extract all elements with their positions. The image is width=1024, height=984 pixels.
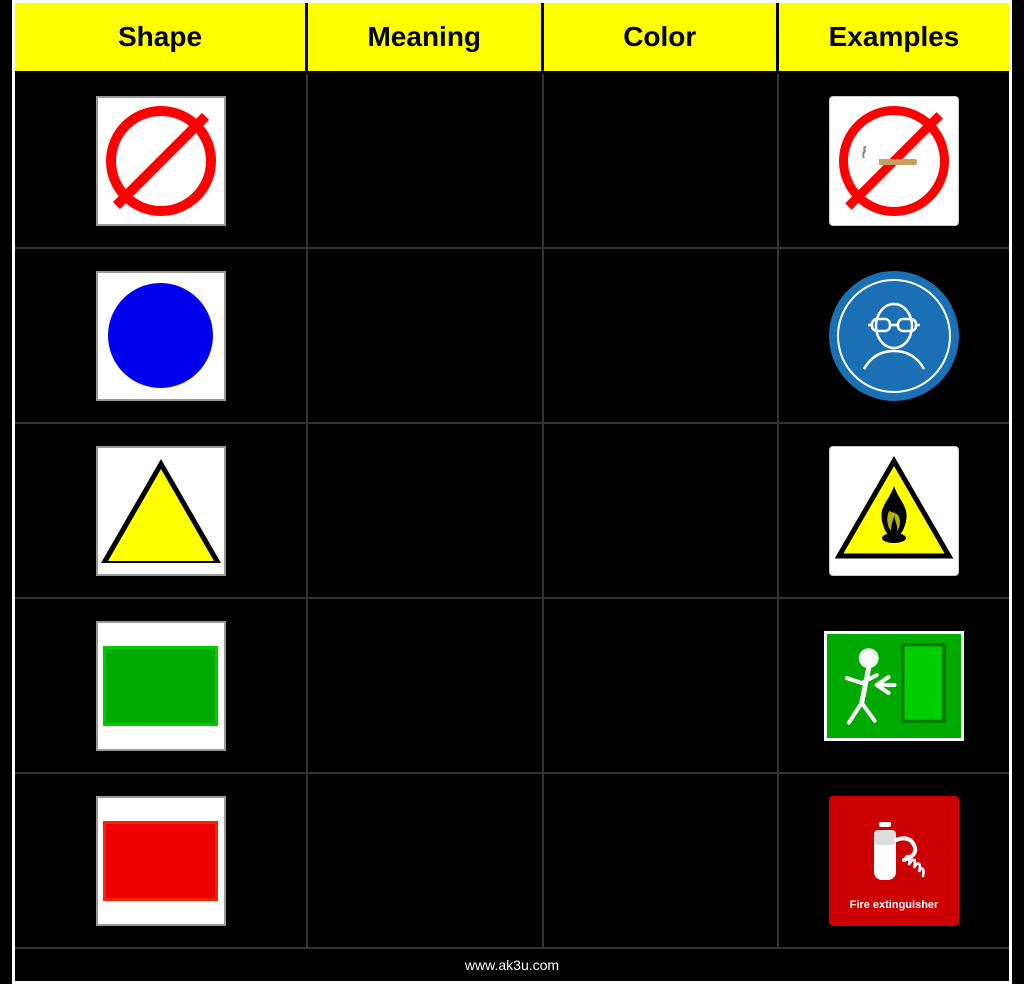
emergency-exit-sign bbox=[824, 631, 964, 741]
red-rectangle-shape bbox=[103, 821, 218, 901]
table-row bbox=[15, 424, 1009, 599]
triangle-shape-icon bbox=[96, 446, 226, 576]
table-row bbox=[15, 249, 1009, 424]
meaning-cell-4 bbox=[308, 599, 544, 772]
fire-extinguisher-label: Fire extinguisher bbox=[850, 899, 939, 911]
example-cell-firefighting: Fire extinguisher bbox=[779, 774, 1009, 947]
triangle-shape bbox=[101, 459, 221, 563]
no-smoking-sign bbox=[829, 96, 959, 226]
fire-extinguisher-sign: Fire extinguisher bbox=[829, 796, 959, 926]
blue-circle-shape-icon bbox=[96, 271, 226, 401]
header-meaning: Meaning bbox=[308, 3, 544, 71]
shape-cell-warning bbox=[15, 424, 308, 597]
meaning-cell-5 bbox=[308, 774, 544, 947]
flammable-icon bbox=[834, 456, 954, 566]
color-cell-5 bbox=[544, 774, 780, 947]
cigarette-icon bbox=[859, 146, 929, 176]
safety-signs-table: Shape Meaning Color Examples bbox=[12, 0, 1012, 984]
example-cell-warning bbox=[779, 424, 1009, 597]
shape-cell-safe bbox=[15, 599, 308, 772]
header-examples: Examples bbox=[779, 3, 1009, 71]
no-symbol-shape bbox=[106, 106, 216, 216]
example-cell-mandatory bbox=[779, 249, 1009, 422]
no-smoking-circle bbox=[839, 106, 949, 216]
table-row: Fire extinguisher bbox=[15, 774, 1009, 949]
meaning-cell-1 bbox=[308, 74, 544, 247]
shape-cell-mandatory bbox=[15, 249, 308, 422]
shape-cell-prohibition bbox=[15, 74, 308, 247]
prohibition-shape-icon bbox=[96, 96, 226, 226]
table-row bbox=[15, 599, 1009, 774]
blue-circle-shape bbox=[108, 283, 213, 388]
exit-icon bbox=[827, 633, 961, 738]
fire-extinguisher-icon bbox=[849, 810, 939, 895]
red-rect-shape-icon bbox=[96, 796, 226, 926]
header-shape: Shape bbox=[15, 3, 308, 71]
header-color: Color bbox=[544, 3, 780, 71]
example-cell-prohibition bbox=[779, 74, 1009, 247]
color-cell-3 bbox=[544, 424, 780, 597]
watermark: www.ak3u.com bbox=[15, 949, 1009, 981]
safety-glasses-sign bbox=[829, 271, 959, 401]
meaning-cell-3 bbox=[308, 424, 544, 597]
shape-cell-firefighting bbox=[15, 774, 308, 947]
green-rectangle-shape bbox=[103, 646, 218, 726]
table-row bbox=[15, 74, 1009, 249]
meaning-cell-2 bbox=[308, 249, 544, 422]
glasses-inner bbox=[839, 281, 949, 391]
flammable-sign bbox=[829, 446, 959, 576]
glasses-icon bbox=[854, 301, 934, 371]
table-header: Shape Meaning Color Examples bbox=[15, 3, 1009, 74]
color-cell-2 bbox=[544, 249, 780, 422]
green-rect-shape-icon bbox=[96, 621, 226, 751]
triangle-inner bbox=[108, 469, 214, 561]
color-cell-1 bbox=[544, 74, 780, 247]
example-cell-safe bbox=[779, 599, 1009, 772]
color-cell-4 bbox=[544, 599, 780, 772]
